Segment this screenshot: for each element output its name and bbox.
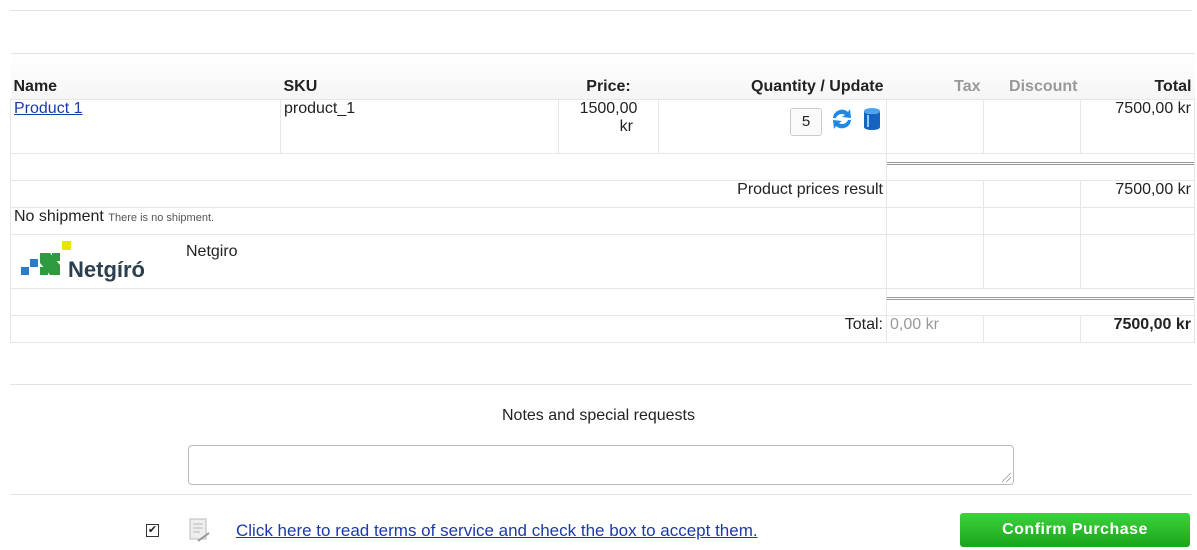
table-row: Total: 0,00 kr 7500,00 kr: [10, 315, 1195, 343]
header-name: Name: [10, 53, 281, 100]
payment-name: Netgiro: [186, 243, 238, 260]
header-total: Total: [1080, 53, 1195, 100]
payment-cell: Netgíró Netgiro: [10, 234, 887, 289]
table-row: Netgíró Netgiro: [10, 234, 1195, 289]
shipment-cell: No shipment There is no shipment.: [10, 207, 887, 235]
product-price: 1500,00 kr: [558, 99, 659, 154]
cart-header-row: Name SKU Price: Quantity / Update Tax Di…: [10, 53, 1195, 100]
cart-table: Name SKU Price: Quantity / Update Tax Di…: [10, 53, 1195, 343]
document-pen-icon: [188, 517, 210, 543]
notes-textarea[interactable]: [188, 445, 1014, 485]
shipment-note: There is no shipment.: [108, 212, 215, 224]
product-prices-total: 7500,00 kr: [1080, 180, 1195, 208]
table-row: No shipment There is no shipment.: [10, 207, 1195, 235]
netgiro-logo-text: Netgíró: [68, 257, 145, 282]
tos-checkbox[interactable]: ✔: [146, 524, 159, 537]
product-total: 7500,00 kr: [1080, 99, 1195, 154]
bottom-divider: [10, 494, 1192, 495]
confirm-purchase-button[interactable]: Confirm Purchase: [960, 513, 1190, 547]
table-row: [10, 288, 1195, 316]
product-price-currency: kr: [619, 118, 633, 135]
delete-trash-icon[interactable]: [861, 106, 883, 137]
product-link[interactable]: Product 1: [14, 100, 82, 117]
table-row: Product 1 product_1 1500,00 kr 5 7500,00…: [10, 99, 1195, 154]
product-discount: [983, 99, 1081, 154]
header-price: Price:: [558, 53, 659, 100]
quantity-cell: 5: [658, 99, 887, 154]
header-discount: Discount: [983, 53, 1081, 100]
grand-total: 7500,00 kr: [1080, 315, 1195, 343]
product-prices-label: Product prices result: [10, 180, 887, 208]
total-label: Total:: [10, 315, 887, 343]
header-quantity: Quantity / Update: [658, 53, 887, 100]
total-divider: [887, 297, 1194, 300]
header-sku: SKU: [280, 53, 559, 100]
terms-of-service-link[interactable]: Click here to read terms of service and …: [236, 521, 758, 541]
update-refresh-icon[interactable]: [827, 104, 857, 139]
netgiro-logo: Netgíró: [16, 239, 176, 288]
product-price-amount: 1500,00: [579, 100, 638, 117]
top-divider: [10, 10, 1192, 11]
total-tax: 0,00 kr: [886, 315, 984, 343]
quantity-input[interactable]: 5: [790, 107, 823, 136]
notes-label: Notes and special requests: [502, 407, 695, 424]
header-tax: Tax: [886, 53, 984, 100]
product-sku: product_1: [280, 99, 559, 154]
shipment-label: No shipment: [14, 208, 104, 225]
table-row: [10, 153, 1195, 181]
table-row: Product prices result 7500,00 kr: [10, 180, 1195, 208]
subtotal-divider: [887, 162, 1194, 165]
tos-row: ✔ Click here to read terms of service an…: [0, 510, 1197, 550]
product-tax: [886, 99, 984, 154]
section-divider: [10, 384, 1192, 385]
resize-grip-icon[interactable]: [1002, 473, 1011, 482]
